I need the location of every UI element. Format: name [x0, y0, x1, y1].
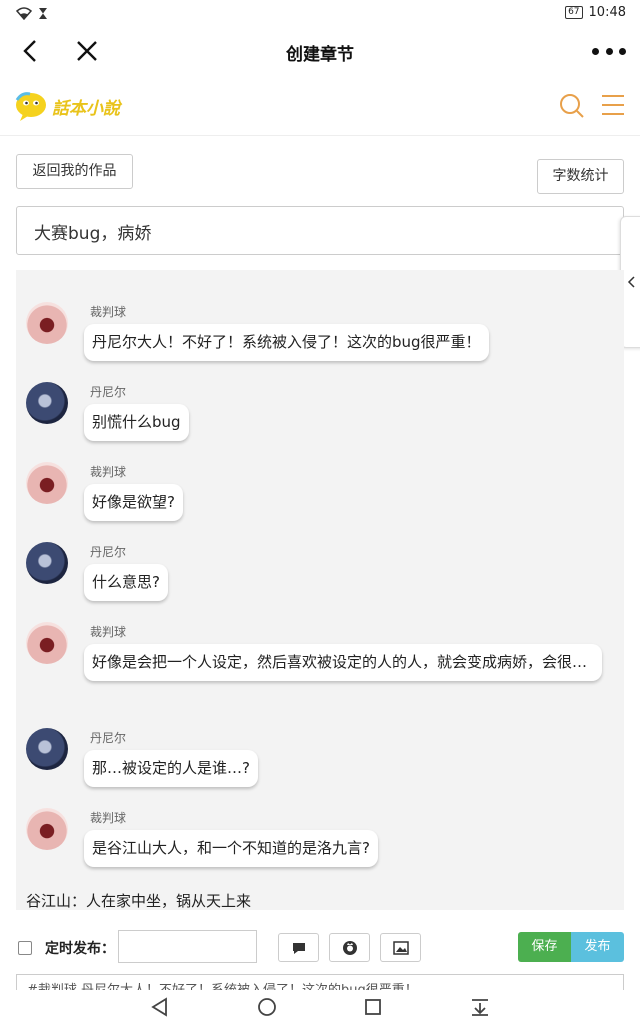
avatar — [26, 302, 68, 344]
battery-indicator: 67 — [565, 6, 583, 19]
speaker-name: 丹尼尔 — [90, 545, 127, 559]
menu-icon[interactable] — [600, 92, 626, 118]
page: { "status_bar": { "battery": "67", "time… — [0, 0, 640, 1024]
nav-notifications-icon[interactable] — [469, 996, 491, 1018]
github-button[interactable] — [329, 933, 370, 962]
hourglass-icon — [38, 5, 48, 24]
back-to-works-button[interactable]: 返回我的作品 — [16, 154, 133, 189]
avatar — [26, 622, 68, 664]
speaker-name: 裁判球 — [90, 811, 127, 825]
system-nav-bar — [0, 990, 640, 1024]
speaker-name: 丹尼尔 — [90, 731, 127, 745]
speaker-name: 丹尼尔 — [90, 385, 127, 399]
nav-recents-icon[interactable] — [362, 996, 384, 1018]
chat-editor-area[interactable]: 裁判球 丹尼尔大人！不好了！系统被入侵了！这次的bug很严重！ 丹尼尔 别慌什么… — [16, 270, 624, 910]
avatar — [26, 728, 68, 770]
schedule-checkbox[interactable] — [18, 941, 32, 955]
editor-toolbar: 定时发布： 保存 发布 — [0, 928, 640, 966]
chat-bubble-icon — [292, 942, 305, 954]
speaker-name: 裁判球 — [90, 305, 127, 319]
image-button[interactable] — [380, 933, 421, 962]
schedule-label: 定时发布： — [45, 941, 115, 957]
image-icon — [392, 940, 409, 955]
wifi-icon — [15, 5, 33, 24]
logo-mascot-icon — [15, 92, 46, 121]
github-icon — [342, 940, 357, 955]
save-button[interactable]: 保存 — [518, 932, 571, 962]
speaker-name: 裁判球 — [90, 625, 127, 639]
clock: 10:48 — [588, 5, 626, 20]
search-icon[interactable] — [558, 92, 586, 120]
message-bubble: 好像是欲望? — [84, 484, 183, 521]
word-count-button[interactable]: 字数统计 — [537, 159, 624, 194]
status-bar: 67 10:48 — [0, 0, 640, 28]
site-logo[interactable]: 話本小說 — [14, 86, 120, 126]
speaker-name: 裁判球 — [90, 465, 127, 479]
message-bubble: 好像是会把一个人设定，然后喜欢被设定的人的人，就会变成病娇，会很… — [84, 644, 602, 681]
chat-bubble-button[interactable] — [278, 933, 319, 962]
avatar — [26, 542, 68, 584]
avatar — [26, 382, 68, 424]
schedule-time-input[interactable] — [118, 930, 257, 963]
message-bubble: 别慌什么bug — [84, 404, 189, 441]
title-bar: 创建章节 — [0, 28, 640, 74]
avatar — [26, 808, 68, 850]
message-bubble: 那…被设定的人是谁…? — [84, 750, 258, 787]
publish-button[interactable]: 发布 — [571, 932, 624, 962]
message-bubble: 是谷江山大人，和一个不知道的是洛九言? — [84, 830, 378, 867]
nav-home-icon[interactable] — [256, 996, 278, 1018]
more-options-icon[interactable] — [592, 40, 626, 62]
message-bubble: 什么意思? — [84, 564, 168, 601]
avatar — [26, 462, 68, 504]
chapter-title-input[interactable]: 大赛bug，病娇 — [16, 206, 624, 255]
site-header: 話本小說 — [0, 78, 640, 136]
narration-text: 谷江山：人在家中坐，锅从天上来 — [26, 892, 252, 910]
chevron-left-icon — [627, 276, 635, 288]
logo-text: 話本小說 — [52, 98, 120, 119]
message-bubble: 丹尼尔大人！不好了！系统被入侵了！这次的bug很严重！ — [84, 324, 489, 361]
nav-back-icon[interactable] — [149, 996, 171, 1018]
page-title: 创建章节 — [286, 45, 354, 65]
